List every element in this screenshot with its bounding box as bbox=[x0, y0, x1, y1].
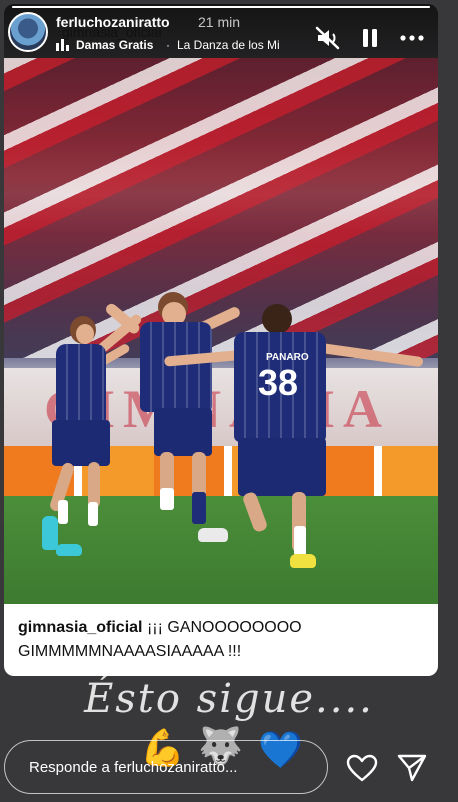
song-artist[interactable]: Damas Gratis bbox=[76, 38, 153, 52]
pause-icon[interactable] bbox=[356, 24, 384, 52]
story-header: ferluchozaniratto 21 min gimnasia_oficia… bbox=[4, 4, 438, 58]
story-time: 21 min bbox=[198, 14, 241, 30]
post-caption[interactable]: gimnasia_oficial ¡¡¡ GANOOOOOOOO GIMMMMM… bbox=[4, 604, 438, 676]
reply-input[interactable]: Responde a ferluchozaniratto... bbox=[4, 740, 328, 794]
story-card[interactable]: GIMNASIA 38 PANARO ferluchozaniratto 21 … bbox=[4, 4, 438, 676]
mute-icon[interactable] bbox=[314, 24, 342, 52]
caption-username[interactable]: gimnasia_oficial bbox=[18, 619, 143, 636]
song-separator: · bbox=[166, 38, 170, 52]
heart-icon[interactable] bbox=[346, 754, 378, 782]
send-icon[interactable] bbox=[396, 752, 428, 784]
player-right: 38 PANARO bbox=[154, 304, 424, 574]
more-icon[interactable] bbox=[398, 24, 426, 52]
story-photo: GIMNASIA 38 PANARO bbox=[4, 58, 438, 604]
reply-placeholder: Responde a ferluchozaniratto... bbox=[29, 758, 238, 776]
music-note-icon bbox=[56, 37, 72, 51]
jersey-number: 38 bbox=[258, 362, 299, 403]
avatar[interactable] bbox=[8, 12, 48, 52]
song-title[interactable]: La Danza de los Mi bbox=[177, 38, 297, 52]
story-overlay-text: Ésto sigue.... bbox=[84, 676, 374, 722]
jersey-name: PANARO bbox=[266, 352, 309, 363]
player-left bbox=[42, 312, 144, 566]
progress-bar bbox=[12, 6, 430, 8]
